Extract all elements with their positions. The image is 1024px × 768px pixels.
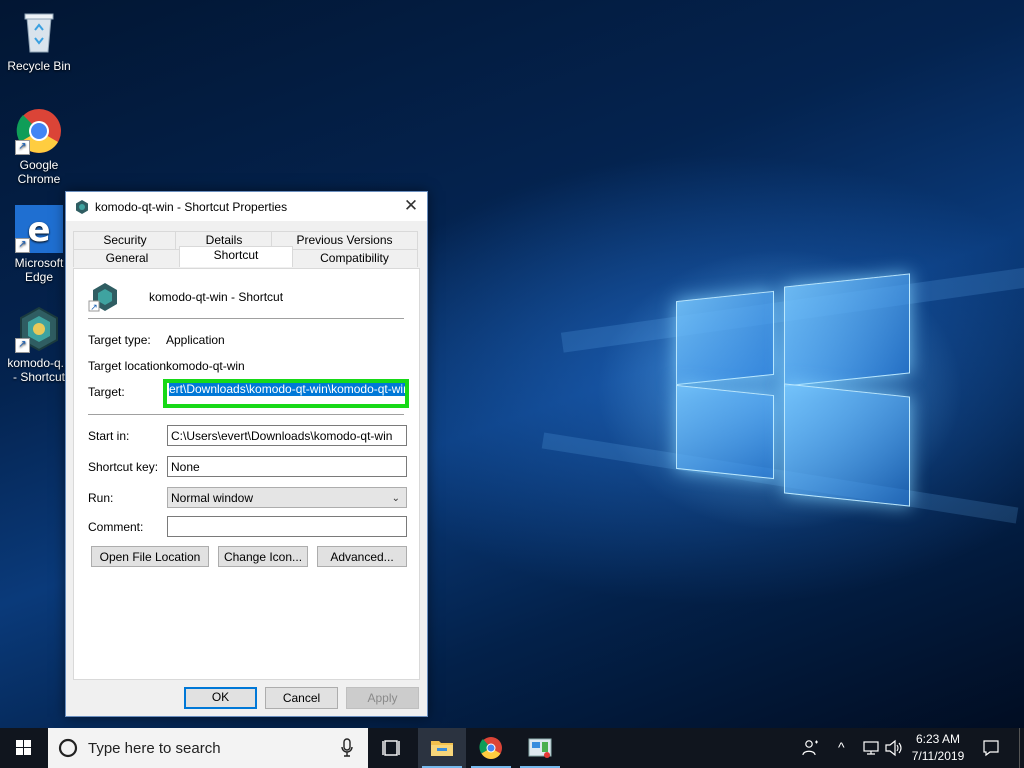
taskbar-file-explorer[interactable] (418, 728, 466, 768)
chrome-icon: ↗ (15, 107, 63, 155)
shortcut-key-label: Shortcut key: (88, 460, 159, 474)
target-field[interactable]: ert\Downloads\komodo-qt-win\komodo-qt-wi… (163, 379, 409, 408)
shortcut-key-field[interactable]: None (167, 456, 407, 477)
action-center-icon[interactable] (982, 739, 1000, 757)
task-view-icon (382, 740, 400, 756)
tab-previous-versions[interactable]: Previous Versions (271, 231, 418, 249)
target-label: Target: (88, 385, 125, 399)
taskbar: Type here to search ^ 6:23 AM 7/11/2019 (0, 728, 1024, 768)
target-value: ert\Downloads\komodo-qt-win\komodo-qt-wi… (169, 383, 405, 396)
taskbar-chrome[interactable] (467, 728, 515, 768)
tab-general[interactable]: General (73, 249, 181, 267)
comment-field[interactable] (167, 516, 407, 537)
shortcut-arrow-icon: ↗ (15, 238, 30, 253)
ok-button[interactable]: OK (184, 687, 257, 709)
divider (88, 414, 404, 415)
advanced-button[interactable]: Advanced... (317, 546, 407, 567)
taskbar-control-panel[interactable] (516, 728, 564, 768)
target-type-value: Application (166, 333, 225, 347)
komodo-shortcut-icon: ↗ (88, 281, 120, 313)
windows-start-icon (16, 740, 31, 755)
desktop-icon-label: Chrome (17, 172, 61, 186)
shortcut-arrow-icon: ↗ (15, 338, 30, 353)
desktop-icon-chrome[interactable]: ↗ Google Chrome (1, 107, 77, 186)
chevron-down-icon: ⌄ (391, 493, 400, 504)
show-desktop-button[interactable] (1019, 728, 1024, 768)
svg-text:↗: ↗ (90, 303, 98, 313)
dialog-title: komodo-qt-win - Shortcut Properties (95, 200, 288, 214)
shortcut-arrow-icon: ↗ (15, 140, 30, 155)
target-location-label: Target location: (88, 359, 170, 373)
start-in-label: Start in: (88, 429, 130, 443)
shortcut-properties-dialog: komodo-qt-win - Shortcut Properties ✕ Se… (65, 191, 428, 717)
search-placeholder: Type here to search (88, 740, 221, 757)
open-file-location-button[interactable]: Open File Location (91, 546, 209, 567)
tab-security[interactable]: Security (73, 231, 177, 249)
cortana-icon (58, 738, 78, 758)
desktop-icon-label: Google (19, 158, 59, 172)
folder-icon (431, 741, 453, 756)
edge-icon: e ↗ (15, 205, 63, 253)
show-hidden-icons-chevron-icon[interactable]: ^ (838, 739, 845, 755)
cancel-button[interactable]: Cancel (265, 687, 338, 709)
people-icon[interactable] (801, 738, 821, 758)
clock-date[interactable]: 7/11/2019 (908, 749, 968, 763)
apply-button[interactable]: Apply (346, 687, 419, 709)
windows-logo-wallpaper (676, 268, 912, 507)
chrome-icon (479, 737, 502, 759)
start-button[interactable] (0, 728, 48, 768)
run-select[interactable]: Normal window ⌄ (167, 487, 407, 508)
dialog-titlebar[interactable]: komodo-qt-win - Shortcut Properties ✕ (66, 192, 427, 221)
desktop-icon-label: Recycle Bin (7, 59, 71, 73)
volume-icon[interactable] (884, 739, 904, 757)
start-in-field[interactable]: C:\Users\evert\Downloads\komodo-qt-win (167, 425, 407, 446)
komodo-title-icon (74, 199, 90, 215)
task-view-button[interactable] (368, 728, 416, 768)
network-icon[interactable] (862, 739, 880, 757)
tab-shortcut[interactable]: Shortcut (179, 246, 293, 267)
recycle-bin-icon (15, 8, 63, 56)
desktop-icon-recycle-bin[interactable]: Recycle Bin (1, 8, 77, 73)
target-location-value: komodo-qt-win (166, 359, 245, 373)
shortcut-name: komodo-qt-win - Shortcut (149, 290, 284, 304)
close-button[interactable]: ✕ (395, 192, 427, 221)
change-icon-button[interactable]: Change Icon... (218, 546, 308, 567)
divider (88, 318, 404, 319)
tab-compatibility[interactable]: Compatibility (291, 249, 418, 267)
target-type-label: Target type: (88, 333, 151, 347)
comment-label: Comment: (88, 520, 144, 534)
run-label: Run: (88, 491, 114, 505)
microphone-icon[interactable] (340, 738, 354, 758)
control-panel-icon (528, 738, 552, 758)
komodo-icon: ↗ (15, 305, 63, 353)
svg-text:e: e (27, 210, 50, 250)
run-select-value: Normal window (171, 491, 254, 505)
clock-time[interactable]: 6:23 AM (912, 732, 964, 746)
shortcut-tab-panel: ↗ komodo-qt-win - Shortcut Target type: … (73, 268, 420, 680)
taskbar-search-box[interactable]: Type here to search (48, 728, 368, 768)
